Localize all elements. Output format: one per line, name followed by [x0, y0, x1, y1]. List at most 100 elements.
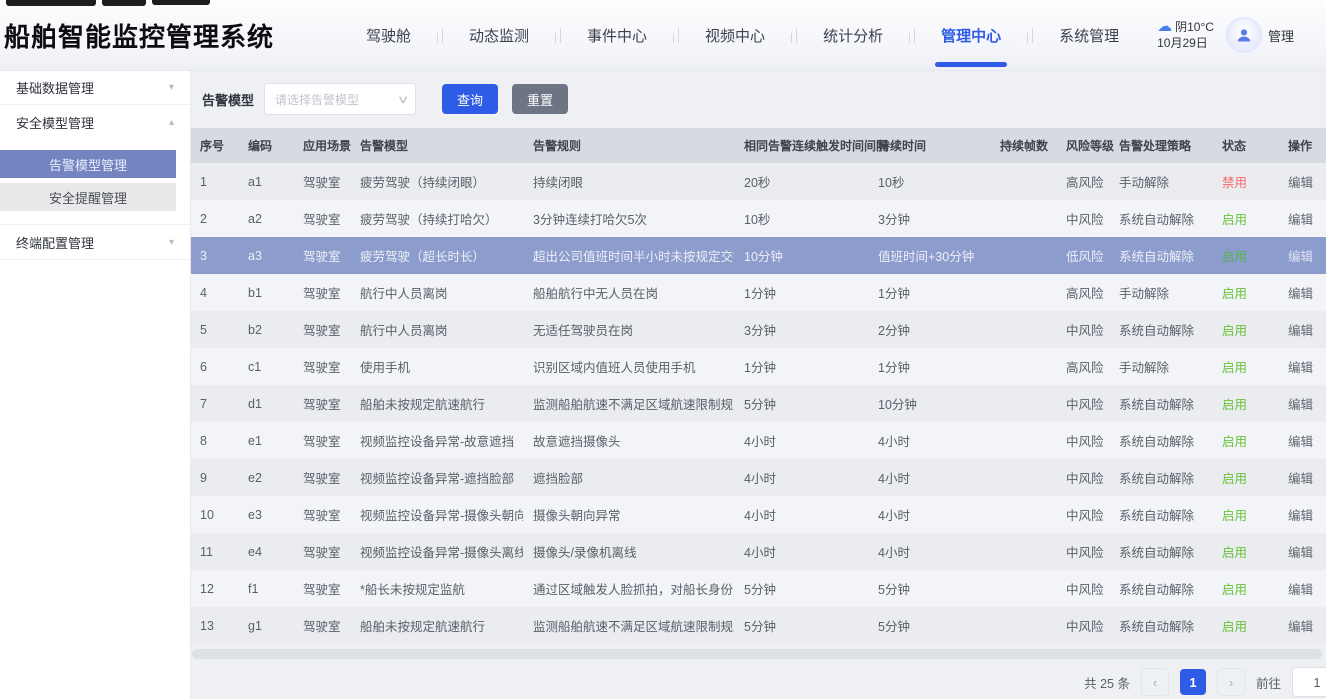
sidebar-group-terminal-config[interactable]: 终端配置管理 ▾: [0, 225, 190, 260]
cell-strategy: 手动解除: [1109, 348, 1212, 385]
cell-interval: 4小时: [734, 422, 868, 459]
cell-frames: [990, 348, 1056, 385]
page-number-1[interactable]: 1: [1180, 669, 1206, 695]
cell-code: g1: [238, 607, 293, 644]
table-row[interactable]: 3 a3 驾驶室 疲劳驾驶（超长时长） 超出公司值班时间半小时未按规定交接 10…: [190, 237, 1326, 274]
nav-item-management-center[interactable]: 管理中心: [915, 0, 1027, 70]
edit-link[interactable]: 编辑: [1278, 422, 1326, 459]
goto-label: 前往: [1256, 673, 1281, 692]
cell-rule: 超出公司值班时间半小时未按规定交接: [523, 237, 734, 274]
nav-item-event-center[interactable]: 事件中心: [561, 0, 673, 70]
column-header: 状态: [1212, 128, 1278, 163]
reset-button[interactable]: 重置: [512, 84, 568, 114]
cell-interval: 5分钟: [734, 385, 868, 422]
cell-rule: 3分钟连续打哈欠5次: [523, 200, 734, 237]
sidebar-group-basic-data[interactable]: 基础数据管理 ▾: [0, 70, 190, 105]
cell-rule: 监测船舶航速不满足区域航速限制规定: [523, 607, 734, 644]
cell-code: e4: [238, 533, 293, 570]
table-row[interactable]: 13 g1 驾驶室 船舶未按规定航速航行 监测船舶航速不满足区域航速限制规定 5…: [190, 607, 1326, 644]
nav-item-system-management[interactable]: 系统管理: [1033, 0, 1145, 70]
table-row[interactable]: 12 f1 驾驶室 *船长未按规定监航 通过区域触发人脸抓拍，对船长身份... …: [190, 570, 1326, 607]
cell-frames: [990, 385, 1056, 422]
alarm-model-select[interactable]: 请选择告警模型 ∨: [264, 83, 416, 115]
nav-item-dynamic-monitoring[interactable]: 动态监测: [443, 0, 555, 70]
status-badge: 启用: [1212, 533, 1278, 570]
select-placeholder: 请选择告警模型: [275, 91, 359, 108]
edit-link[interactable]: 编辑: [1278, 533, 1326, 570]
edit-link[interactable]: 编辑: [1278, 311, 1326, 348]
edit-link[interactable]: 编辑: [1278, 570, 1326, 607]
search-button[interactable]: 查询: [442, 84, 498, 114]
main-nav: 驾驶舱 动态监测 事件中心 视频中心 统计分析 管理中心 系统管理: [340, 0, 1145, 70]
sidebar-group-label: 终端配置管理: [16, 233, 94, 252]
sidebar-submenu: 告警模型管理 安全提醒管理: [0, 139, 190, 225]
prev-page-button[interactable]: ‹: [1141, 668, 1169, 696]
horizontal-scrollbar[interactable]: [192, 649, 1322, 659]
cell-scene: 驾驶室: [293, 607, 350, 644]
cell-scene: 驾驶室: [293, 533, 350, 570]
edit-link[interactable]: 编辑: [1278, 200, 1326, 237]
table-row[interactable]: 6 c1 驾驶室 使用手机 识别区域内值班人员使用手机 1分钟 1分钟 高风险 …: [190, 348, 1326, 385]
table-row[interactable]: 7 d1 驾驶室 船舶未按规定航速航行 监测船舶航速不满足区域航速限制规定 5分…: [190, 385, 1326, 422]
table-row[interactable]: 8 e1 驾驶室 视频监控设备异常-故意遮挡 故意遮挡摄像头 4小时 4小时 中…: [190, 422, 1326, 459]
cell-seq: 5: [190, 311, 238, 348]
cell-seq: 13: [190, 607, 238, 644]
edit-link[interactable]: 编辑: [1278, 274, 1326, 311]
cell-code: f1: [238, 570, 293, 607]
edit-link[interactable]: 编辑: [1278, 496, 1326, 533]
sidebar-group-safety-model[interactable]: 安全模型管理 ▴: [0, 105, 190, 139]
cell-rule: 摄像头朝向异常: [523, 496, 734, 533]
status-badge: 启用: [1212, 311, 1278, 348]
cell-strategy: 系统自动解除: [1109, 237, 1212, 274]
goto-page-input[interactable]: [1292, 667, 1326, 697]
table-row[interactable]: 1 a1 驾驶室 疲劳驾驶（持续闭眼） 持续闭眼 20秒 10秒 高风险 手动解…: [190, 163, 1326, 200]
table-row[interactable]: 4 b1 驾驶室 航行中人员离岗 船舶航行中无人员在岗 1分钟 1分钟 高风险 …: [190, 274, 1326, 311]
cell-seq: 3: [190, 237, 238, 274]
nav-item-statistics[interactable]: 统计分析: [797, 0, 909, 70]
user-menu[interactable]: 管理: [1226, 17, 1294, 53]
status-badge: 启用: [1212, 422, 1278, 459]
cell-model: 船舶未按规定航速航行: [350, 385, 523, 422]
cell-code: b1: [238, 274, 293, 311]
cell-rule: 通过区域触发人脸抓拍，对船长身份...: [523, 570, 734, 607]
edit-link[interactable]: 编辑: [1278, 459, 1326, 496]
cell-code: b2: [238, 311, 293, 348]
table-row[interactable]: 5 b2 驾驶室 航行中人员离岗 无适任驾驶员在岗 3分钟 2分钟 中风险 系统…: [190, 311, 1326, 348]
table-row[interactable]: 11 e4 驾驶室 视频监控设备异常-摄像头离线 摄像头/录像机离线 4小时 4…: [190, 533, 1326, 570]
avatar[interactable]: [1226, 17, 1262, 53]
cell-rule: 船舶航行中无人员在岗: [523, 274, 734, 311]
nav-item-video-center[interactable]: 视频中心: [679, 0, 791, 70]
cell-risk: 中风险: [1056, 385, 1109, 422]
cell-seq: 2: [190, 200, 238, 237]
cell-frames: [990, 422, 1056, 459]
edit-link[interactable]: 编辑: [1278, 163, 1326, 200]
column-header: 告警处理策略: [1109, 128, 1212, 163]
edit-link[interactable]: 编辑: [1278, 607, 1326, 644]
status-badge: 启用: [1212, 385, 1278, 422]
table-row[interactable]: 9 e2 驾驶室 视频监控设备异常-遮挡脸部 遮挡脸部 4小时 4小时 中风险 …: [190, 459, 1326, 496]
filter-bar: 告警模型 请选择告警模型 ∨ 查询 重置: [190, 70, 1326, 128]
table-row[interactable]: 10 e3 驾驶室 视频监控设备异常-摄像头朝向异常 摄像头朝向异常 4小时 4…: [190, 496, 1326, 533]
cloud-icon: ☁: [1157, 21, 1172, 33]
cell-frames: [990, 163, 1056, 200]
cell-code: d1: [238, 385, 293, 422]
cell-model: 视频监控设备异常-摄像头离线: [350, 533, 523, 570]
column-header: 持续帧数: [990, 128, 1056, 163]
edit-link[interactable]: 编辑: [1278, 237, 1326, 274]
status-badge: 启用: [1212, 496, 1278, 533]
cell-duration: 4小时: [868, 533, 990, 570]
status-badge: 启用: [1212, 348, 1278, 385]
top-header: 船舶智能监控管理系统 驾驶舱 动态监测 事件中心 视频中心 统计分析 管理中心 …: [0, 0, 1326, 70]
edit-link[interactable]: 编辑: [1278, 348, 1326, 385]
table-row[interactable]: 2 a2 驾驶室 疲劳驾驶（持续打哈欠） 3分钟连续打哈欠5次 10秒 3分钟 …: [190, 200, 1326, 237]
sidebar-item-safety-reminder-management[interactable]: 安全提醒管理: [0, 183, 176, 211]
next-page-button[interactable]: ›: [1217, 668, 1245, 696]
cell-seq: 11: [190, 533, 238, 570]
sidebar-item-alarm-model-management[interactable]: 告警模型管理: [0, 150, 176, 178]
edit-link[interactable]: 编辑: [1278, 385, 1326, 422]
cell-code: a3: [238, 237, 293, 274]
cell-scene: 驾驶室: [293, 274, 350, 311]
nav-item-cockpit[interactable]: 驾驶舱: [340, 0, 437, 70]
cell-model: 视频监控设备异常-摄像头朝向异常: [350, 496, 523, 533]
cell-interval: 4小时: [734, 496, 868, 533]
